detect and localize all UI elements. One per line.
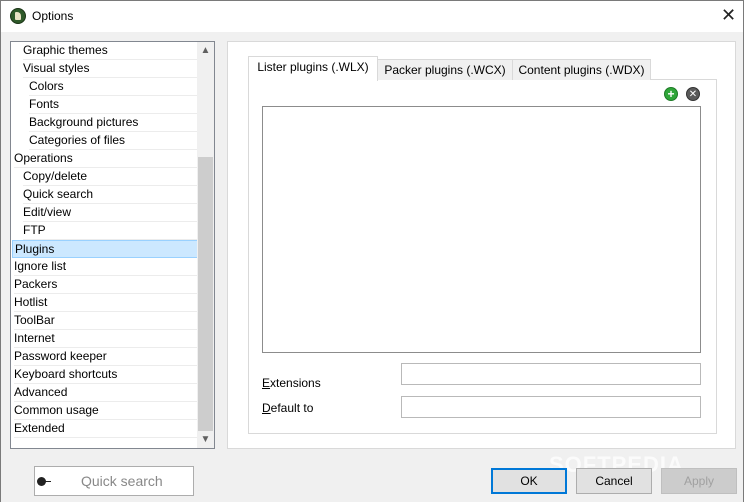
tree-item-password-keeper[interactable]: Password keeper xyxy=(14,348,199,366)
extensions-field[interactable] xyxy=(401,363,701,385)
tree-scrollbar[interactable]: ▲ ▼ xyxy=(197,42,214,448)
tree-item-internet[interactable]: Internet xyxy=(14,330,199,348)
cancel-button[interactable]: Cancel xyxy=(576,468,652,494)
tree-item-packers[interactable]: Packers xyxy=(14,276,199,294)
default-to-field[interactable] xyxy=(401,396,701,418)
tree-item-keyboard-shortcuts[interactable]: Keyboard shortcuts xyxy=(14,366,199,384)
tree-item-toolbar[interactable]: ToolBar xyxy=(14,312,199,330)
tree-item-edit-view[interactable]: Edit/view xyxy=(23,204,199,222)
tree-item-graphic-themes[interactable]: Graphic themes xyxy=(23,42,199,60)
add-plugin-icon[interactable]: + xyxy=(664,87,678,101)
tree-item-copy-delete[interactable]: Copy/delete xyxy=(23,168,199,186)
extensions-label: Extensions xyxy=(262,376,321,390)
scroll-thumb[interactable] xyxy=(198,157,213,431)
options-window: Options ✕ Graphic themes Visual styles C… xyxy=(0,0,744,502)
tree-item-hotlist[interactable]: Hotlist xyxy=(14,294,199,312)
tree-item-plugins[interactable]: Plugins xyxy=(12,240,199,258)
default-to-label: Default to xyxy=(262,401,314,415)
options-tree: Graphic themes Visual styles Colors Font… xyxy=(10,41,215,449)
tree-item-advanced[interactable]: Advanced xyxy=(14,384,199,402)
tree-item-background-pictures[interactable]: Background pictures xyxy=(29,114,199,132)
tab-packer-plugins[interactable]: Packer plugins (.WCX) xyxy=(377,59,513,80)
close-icon[interactable]: ✕ xyxy=(714,2,743,31)
scroll-up-icon[interactable]: ▲ xyxy=(197,42,214,59)
app-icon xyxy=(10,8,26,24)
tree-item-extended[interactable]: Extended xyxy=(14,420,199,438)
tab-lister-plugins[interactable]: Lister plugins (.WLX) xyxy=(248,56,378,81)
tab-content-plugins[interactable]: Content plugins (.WDX) xyxy=(512,59,651,80)
window-title: Options xyxy=(32,9,74,23)
tree-item-common-usage[interactable]: Common usage xyxy=(14,402,199,420)
remove-plugin-icon[interactable]: ✕ xyxy=(686,87,700,101)
tree-item-categories-of-files[interactable]: Categories of files xyxy=(29,132,199,150)
tree-item-visual-styles[interactable]: Visual styles xyxy=(23,60,199,78)
apply-button[interactable]: Apply xyxy=(661,468,737,494)
title-bar: Options ✕ xyxy=(1,1,743,32)
ok-button[interactable]: OK xyxy=(491,468,567,494)
plugin-list[interactable] xyxy=(262,106,701,353)
tree-item-ignore-list[interactable]: Ignore list xyxy=(14,258,199,276)
tree-item-quick-search[interactable]: Quick search xyxy=(23,186,199,204)
quick-search-placeholder: Quick search xyxy=(81,473,163,489)
tree-item-fonts[interactable]: Fonts xyxy=(29,96,199,114)
scroll-down-icon[interactable]: ▼ xyxy=(197,431,214,448)
search-icon xyxy=(37,477,51,486)
tree-item-colors[interactable]: Colors xyxy=(29,78,199,96)
tree-item-operations[interactable]: Operations xyxy=(14,150,199,168)
tree-item-ftp[interactable]: FTP xyxy=(23,222,199,240)
